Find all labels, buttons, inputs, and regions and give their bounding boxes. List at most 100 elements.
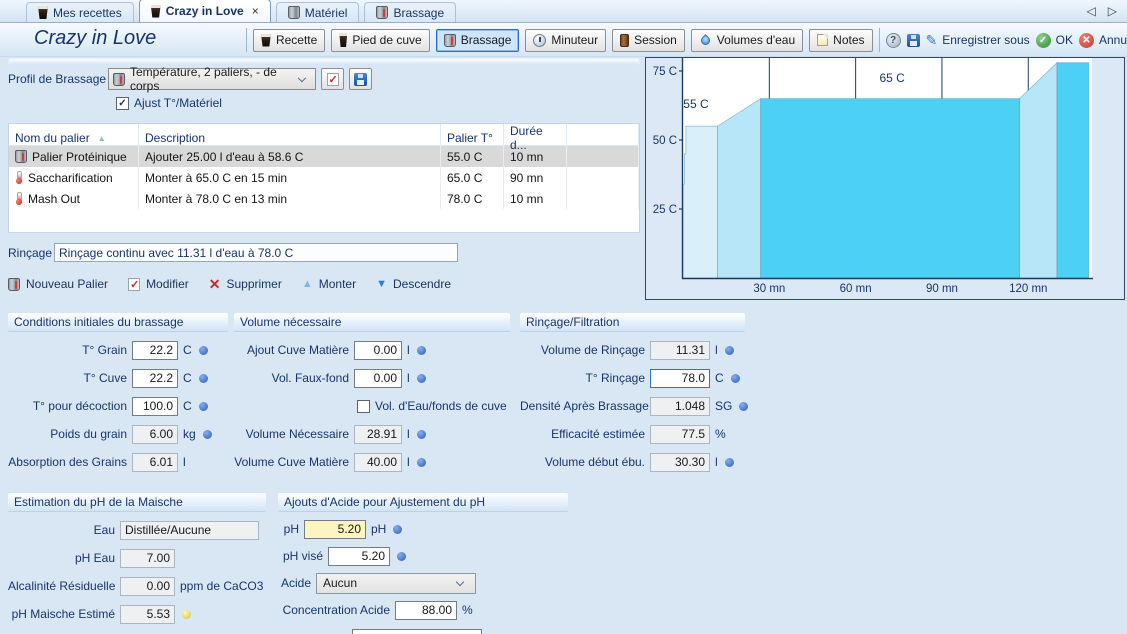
alcalinite-field [120, 577, 175, 596]
t-rincage-input[interactable] [650, 369, 710, 388]
ok-check-icon: ✓ [1036, 33, 1051, 48]
volumes-eau-button[interactable]: Volumes d'eau [691, 29, 803, 52]
table-row[interactable]: SaccharificationMonter à 65.0 C en 15 mi… [9, 167, 639, 188]
pied-de-cuve-button[interactable]: Pied de cuve [331, 29, 429, 52]
volume-cuve-matiere-field [354, 453, 402, 472]
brassage-button[interactable]: Brassage [436, 29, 520, 52]
ok-button[interactable]: ✓ OK [1036, 33, 1073, 48]
pot-thermometer-icon [113, 73, 125, 86]
recette-button[interactable]: Recette [253, 29, 325, 52]
edit-check-icon [327, 73, 339, 86]
status-dot [739, 402, 748, 411]
tab-materiel[interactable]: Matériel [276, 2, 360, 22]
acid-select[interactable]: Aucun [316, 573, 476, 594]
status-dot [393, 525, 402, 534]
status-dot [725, 346, 734, 355]
section-ph-maische: Estimation du pH de la Maische Eau pH Ea… [8, 493, 266, 624]
field-efficacite: Efficacité estimée % [520, 424, 745, 444]
tab-bar: Mes recettes Crazy in Love × Matériel Br… [0, 0, 1127, 23]
save-icon[interactable] [907, 34, 920, 47]
status-dot [182, 610, 191, 619]
move-up-button[interactable]: ▲ Monter [302, 277, 356, 291]
tab-label: Crazy in Love [166, 4, 244, 18]
separator [246, 28, 247, 52]
densite-field [650, 397, 710, 416]
table-row[interactable]: Palier ProtéiniqueAjouter 25.00 l d'eau … [9, 146, 639, 167]
section-volume: Volume nécessaire Ajout Cuve Matière l V… [234, 313, 510, 472]
field-faux-fond: Vol. Faux-fond l [234, 368, 510, 388]
cancel-x-icon: ✕ [1079, 33, 1094, 48]
chevron-down-icon [298, 73, 306, 81]
move-down-button[interactable]: ▼ Descendre [376, 277, 451, 291]
toolbar-buttons: Recette Pied de cuve Brassage Minuteur S… [246, 28, 1127, 52]
validate-profile-button[interactable] [321, 68, 344, 90]
svg-text:75 C: 75 C [653, 66, 677, 78]
ph-input[interactable] [304, 520, 366, 539]
keg-icon [620, 34, 629, 47]
volume-necessaire-field [354, 425, 402, 444]
section-title: Estimation du pH de la Maische [8, 493, 266, 512]
section-rincage-filtration: Rinçage/Filtration Volume de Rinçage l T… [520, 313, 745, 472]
session-button[interactable]: Session [612, 29, 685, 52]
t-grain-input[interactable] [132, 341, 178, 360]
step-temp-cell: 78.0 C [441, 188, 504, 209]
volume-ebu-field [650, 453, 710, 472]
step-name-cell: Palier Protéinique [9, 146, 139, 167]
rincage-field[interactable] [54, 243, 458, 262]
status-dot [397, 552, 406, 561]
modify-step-button[interactable]: Modifier [128, 277, 189, 291]
field-t-rincage: T° Rinçage C [520, 368, 745, 388]
status-dot [731, 374, 740, 383]
scroll-tabs-left-icon[interactable]: ◁ [1087, 4, 1096, 18]
t-decoction-input[interactable] [132, 397, 178, 416]
field-eau-fonds-cuve: ✓ Vol. d'Eau/fonds de cuve [357, 396, 510, 416]
adjust-temp-checkbox[interactable]: ✓ [116, 97, 129, 110]
tab-close-icon[interactable]: × [252, 4, 259, 18]
brew-profile-select[interactable]: Température, 2 paliers, - de corps [108, 68, 316, 90]
cancel-button[interactable]: ✕ Annu [1079, 33, 1127, 48]
scroll-tabs-right-icon[interactable]: ▷ [1108, 4, 1117, 18]
notes-button[interactable]: Notes [809, 29, 872, 52]
svg-text:90 mn: 90 mn [926, 283, 958, 295]
eau-field [120, 521, 259, 540]
sort-asc-icon: ▲ [98, 134, 106, 143]
thermometer-icon [15, 192, 23, 205]
step-duration-cell: 10 mn [504, 146, 567, 167]
ajout-cuve-input[interactable] [354, 341, 402, 360]
help-icon[interactable]: ? [886, 33, 901, 48]
eau-fonds-cuve-checkbox[interactable]: ✓ [357, 400, 370, 413]
save-as-button[interactable]: ✎ Enregistrer sous [926, 33, 1030, 47]
field-t-grain: T° Grain C [8, 340, 228, 360]
tab-brassage[interactable]: Brassage [364, 2, 456, 22]
tab-crazy-in-love[interactable]: Crazy in Love × [139, 0, 271, 22]
save-profile-button[interactable] [349, 68, 372, 90]
field-poids-grain: Poids du grain kg [8, 424, 228, 444]
field-volume-necessaire: Volume Nécessaire l [234, 424, 510, 444]
pot-thermometer-icon [444, 34, 456, 47]
clock-icon [533, 34, 546, 47]
faux-fond-input[interactable] [354, 369, 402, 388]
tab-mes-recettes[interactable]: Mes recettes [26, 2, 134, 22]
section-title: Ajouts d'Acide pour Ajustement du pH [278, 493, 568, 512]
note-icon [817, 34, 828, 46]
svg-text:25 C: 25 C [653, 204, 677, 216]
field-acide: Acide Aucun [278, 573, 568, 593]
step-duration-cell: 10 mn [504, 188, 567, 209]
svg-text:65 C: 65 C [879, 71, 905, 85]
concentration-input[interactable] [395, 601, 457, 620]
table-row[interactable]: Mash OutMonter à 78.0 C en 13 min78.0 C1… [9, 188, 639, 209]
section-title: Volume nécessaire [234, 313, 510, 332]
efficacite-field [650, 425, 710, 444]
status-dot [199, 402, 208, 411]
step-name-cell: Saccharification [9, 167, 139, 188]
svg-text:120 mn: 120 mn [1009, 283, 1047, 295]
pot-icon [288, 6, 300, 19]
ph-vise-input[interactable] [328, 547, 390, 566]
new-step-button[interactable]: Nouveau Palier [8, 277, 108, 291]
minuteur-button[interactable]: Minuteur [525, 29, 606, 52]
delete-step-button[interactable]: ✕ Supprimer [209, 277, 282, 291]
t-cuve-input[interactable] [132, 369, 178, 388]
status-dot [203, 430, 212, 439]
step-filler-cell [567, 188, 639, 209]
absorption-field [132, 453, 178, 472]
